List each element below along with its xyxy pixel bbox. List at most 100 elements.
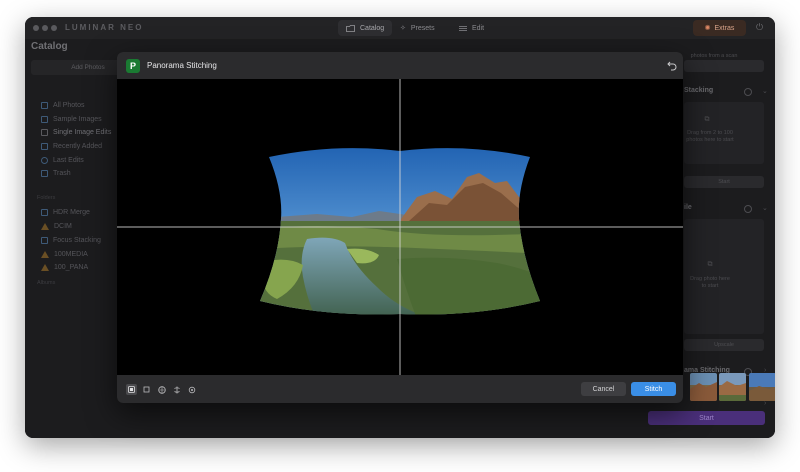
chevron-right-icon[interactable]: ›: [764, 400, 766, 407]
clock-icon: [41, 157, 48, 164]
folder-item-label: Focus Stacking: [53, 237, 101, 244]
dialog-footer: Cancel Stitch: [117, 375, 683, 403]
sidebar-item-label: Sample Images: [53, 116, 102, 123]
panel-note: photos from a scan: [690, 53, 738, 59]
sliders-icon: [459, 25, 467, 31]
dialog-title: Panorama Stitching: [147, 61, 217, 70]
albums-header: Albums: [37, 280, 56, 286]
grid-icon: [41, 129, 48, 136]
projection-icon[interactable]: [171, 384, 182, 395]
panel-top-button[interactable]: [684, 60, 764, 72]
sidebar-item-label: Single Image Edits: [53, 129, 112, 136]
stacking-drop-line2: photos here to start: [686, 137, 734, 143]
panorama-preview-image: [117, 79, 683, 375]
crop-icon[interactable]: [141, 384, 152, 395]
stacking-start-button[interactable]: Start: [684, 176, 764, 188]
calendar-icon: [41, 143, 48, 150]
single-drop-line1: Drag photo here: [690, 276, 730, 282]
sparkle-icon: ✧: [400, 25, 406, 32]
image-icon: ⧉: [707, 261, 713, 268]
single-image-drop-zone[interactable]: ⧉ Drag photo here to start: [684, 219, 764, 334]
nav-tab-edit[interactable]: Edit: [451, 20, 492, 36]
single-image-title: ile: [684, 204, 692, 211]
sidebar-item-single-image-edits[interactable]: Single Image Edits: [41, 127, 111, 138]
sidebar-title: Catalog: [31, 41, 68, 52]
sidebar-item-recently-added[interactable]: Recently Added: [41, 141, 102, 152]
nav-tab-label: Presets: [410, 24, 435, 32]
folder-item-label: 100MEDIA: [54, 251, 88, 258]
panorama-thumbnail[interactable]: [690, 373, 717, 401]
stack-icon: ⧉: [704, 116, 710, 123]
folder-item-label: 100_PANA: [54, 264, 89, 271]
info-icon[interactable]: [744, 205, 752, 213]
folder-icon: [41, 209, 48, 216]
folder-item-focus-stacking[interactable]: Focus Stacking: [41, 235, 101, 246]
sidebar-item-label: Recently Added: [53, 143, 103, 150]
fit-glyph: [128, 386, 135, 393]
stacking-drop-zone[interactable]: ⧉ Drag from 2 to 100 photos here to star…: [684, 102, 764, 164]
folder-icon: [346, 24, 355, 32]
power-icon[interactable]: ⏻: [756, 22, 763, 33]
fit-icon[interactable]: [126, 384, 137, 395]
panorama-stitching-dialog: P Panorama Stitching Cancel Stitch: [117, 52, 683, 403]
photos-icon: [41, 102, 48, 109]
folder-item-dcim[interactable]: DCIM: [41, 221, 72, 232]
stacking-title: Stacking: [684, 87, 714, 94]
stacking-drop-line1: Drag from 2 to 100: [687, 130, 733, 136]
upscale-button[interactable]: Upscale: [684, 339, 764, 351]
sidebar-item-sample-images[interactable]: Sample Images: [41, 114, 102, 125]
panorama-preview-canvas[interactable]: [117, 79, 683, 375]
folder-item-label: DCIM: [54, 223, 72, 230]
extras-label: Extras: [714, 24, 735, 32]
single-drop-line2: to start: [701, 283, 719, 289]
extras-icon: ✺: [704, 25, 711, 32]
nav-tab-catalog[interactable]: Catalog: [338, 20, 393, 36]
dialog-header: P Panorama Stitching: [117, 52, 683, 79]
folder-item-100-pana[interactable]: 100_PANA: [41, 262, 88, 273]
folders-header: Folders: [37, 195, 56, 201]
thumbnail-image: [690, 373, 717, 401]
nav-tab-label: Catalog: [360, 24, 385, 32]
app-logo-icon: P: [126, 59, 140, 73]
trash-icon: [41, 170, 48, 177]
titlebar: LUMINAR NEO Catalog ✧ Presets Edit ✺ Ext…: [25, 17, 775, 39]
panorama-thumbnail[interactable]: [749, 373, 775, 401]
warning-icon: [41, 251, 49, 258]
app-brand: LUMINAR NEO: [65, 23, 144, 32]
globe-icon[interactable]: [156, 384, 167, 395]
sidebar-item-label: All Photos: [53, 102, 85, 109]
cancel-button[interactable]: Cancel: [581, 382, 626, 396]
window-close-button[interactable]: [33, 25, 39, 31]
warning-icon: [41, 264, 49, 271]
settings-glyph: [188, 386, 195, 393]
globe-glyph: [157, 385, 166, 394]
undo-icon[interactable]: [666, 59, 678, 71]
sidebar-item-all-photos[interactable]: All Photos: [41, 100, 85, 111]
nav-tab-presets[interactable]: ✧ Presets: [392, 20, 443, 36]
folder-item-hdr-merge[interactable]: HDR Merge: [41, 207, 90, 218]
sidebar-item-trash[interactable]: Trash: [41, 168, 71, 179]
sample-icon: [41, 116, 48, 123]
window-maximize-button[interactable]: [51, 25, 57, 31]
chevron-down-icon[interactable]: ⌄: [762, 204, 768, 212]
projection-glyph: [173, 386, 180, 393]
nav-tab-label: Edit: [472, 24, 485, 32]
thumbnail-image: [749, 373, 775, 401]
start-button[interactable]: Start: [648, 411, 765, 425]
settings-icon[interactable]: [186, 384, 197, 395]
folder-item-label: HDR Merge: [53, 209, 90, 216]
info-icon[interactable]: [744, 88, 752, 96]
chevron-down-icon[interactable]: ⌄: [762, 87, 768, 95]
sidebar-item-last-edits[interactable]: Last Edits: [41, 155, 84, 166]
warning-icon: [41, 223, 49, 230]
folder-item-100media[interactable]: 100MEDIA: [41, 249, 88, 260]
panorama-thumbnail[interactable]: [719, 373, 746, 401]
stitch-button[interactable]: Stitch: [631, 382, 676, 396]
extras-button[interactable]: ✺ Extras: [693, 20, 746, 36]
window-minimize-button[interactable]: [42, 25, 48, 31]
crop-glyph: [143, 386, 150, 393]
folder-icon: [41, 237, 48, 244]
sidebar-item-label: Trash: [53, 170, 71, 177]
sidebar-item-label: Last Edits: [53, 157, 84, 164]
thumbnail-image: [719, 373, 746, 401]
